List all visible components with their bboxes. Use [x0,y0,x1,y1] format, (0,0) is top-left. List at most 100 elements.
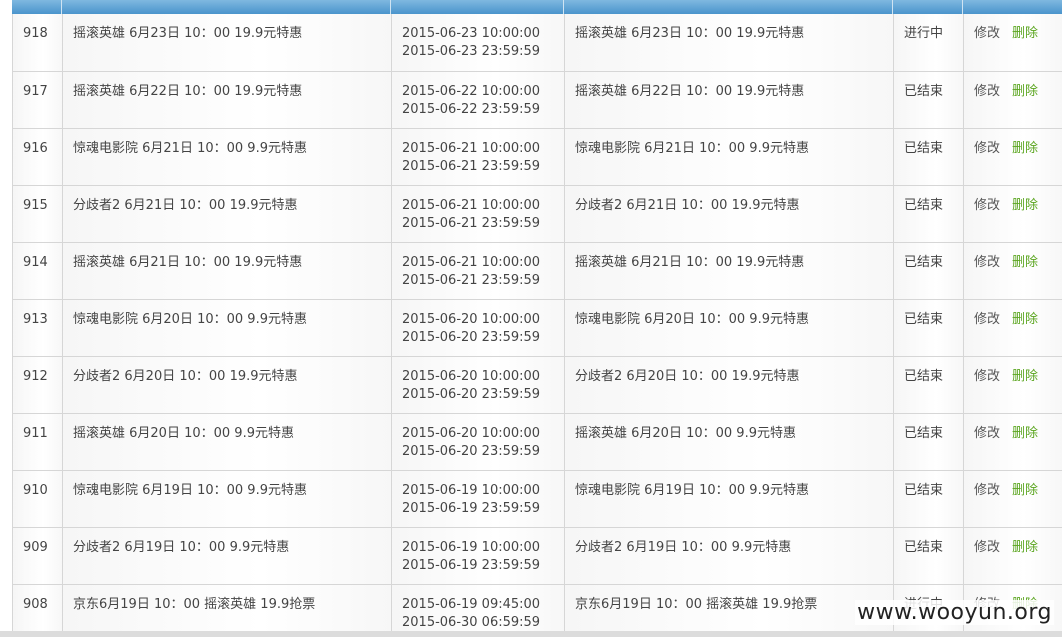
cell-id: 910 [12,470,63,528]
cell-description: 惊魂电影院 6月20日 10：00 9.9元特惠 [564,299,894,357]
cell-status: 已结束 [893,413,964,471]
status-text: 已结束 [904,311,944,327]
edit-link[interactable]: 修改 [974,84,1000,99]
end-time: 2015-06-19 23:59:59 [402,557,541,573]
status-text: 进行中 [904,26,944,41]
activity-id: 915 [23,197,48,213]
activity-id: 916 [23,140,48,156]
cell-time: 2015-06-21 10:00:00 2015-06-21 23:59:59 [391,185,565,243]
cell-actions: 修改删除 [963,128,1062,186]
activity-title: 惊魂电影院 6月19日 10：00 9.9元特惠 [73,482,307,498]
table-row: 914 摇滚英雄 6月21日 10：00 19.9元特惠 2015-06-21 10… [12,242,1062,300]
end-time: 2015-06-20 23:59:59 [402,443,541,459]
edit-link[interactable]: 修改 [974,141,1000,156]
table-row: 918 摇滚英雄 6月23日 10：00 19.9元特惠 2015-06-23 10… [12,14,1062,72]
cell-id: 917 [12,71,63,129]
delete-link[interactable]: 删除 [1012,483,1038,498]
horizontal-scrollbar[interactable] [0,631,1062,637]
cell-status: 已结束 [893,185,964,243]
activity-description: 分歧者2 6月21日 10：00 19.9元特惠 [575,197,800,213]
cell-id: 918 [12,14,63,72]
edit-link[interactable]: 修改 [974,369,1000,384]
edit-link[interactable]: 修改 [974,426,1000,441]
cell-status: 已结束 [893,299,964,357]
activity-description: 惊魂电影院 6月20日 10：00 9.9元特惠 [575,311,809,327]
cell-time: 2015-06-20 10:00:00 2015-06-20 23:59:59 [391,413,565,471]
activity-description: 惊魂电影院 6月19日 10：00 9.9元特惠 [575,482,809,498]
start-time: 2015-06-21 10:00:00 [402,140,541,156]
cell-time: 2015-06-21 10:00:00 2015-06-21 23:59:59 [391,128,565,186]
edit-link[interactable]: 修改 [974,483,1000,498]
cell-title: 惊魂电影院 6月20日 10：00 9.9元特惠 [62,299,392,357]
end-time: 2015-06-20 23:59:59 [402,329,541,345]
cell-status: 已结束 [893,470,964,528]
status-text: 已结束 [904,254,944,270]
table-body: 918 摇滚英雄 6月23日 10：00 19.9元特惠 2015-06-23 10… [12,14,1062,637]
activity-title: 分歧者2 6月19日 10：00 9.9元特惠 [73,539,290,555]
cell-title: 分歧者2 6月21日 10：00 19.9元特惠 [62,185,392,243]
delete-link[interactable]: 删除 [1012,84,1038,99]
activity-id: 911 [23,425,48,441]
cell-description: 摇滚英雄 6月20日 10：00 9.9元特惠 [564,413,894,471]
end-time: 2015-06-23 23:59:59 [402,44,541,59]
table-row: 910 惊魂电影院 6月19日 10：00 9.9元特惠 2015-06-19 10… [12,470,1062,528]
end-time: 2015-06-21 23:59:59 [402,158,541,174]
cell-actions: 修改删除 [963,356,1062,414]
activity-table-panel: 918 摇滚英雄 6月23日 10：00 19.9元特惠 2015-06-23 10… [12,0,1062,637]
delete-link[interactable]: 删除 [1012,540,1038,555]
activity-description: 惊魂电影院 6月21日 10：00 9.9元特惠 [575,140,809,156]
edit-link[interactable]: 修改 [974,255,1000,270]
delete-link[interactable]: 删除 [1012,369,1038,384]
activity-description: 摇滚英雄 6月21日 10：00 19.9元特惠 [575,254,805,270]
activity-description: 分歧者2 6月20日 10：00 19.9元特惠 [575,368,800,384]
status-text: 已结束 [904,83,944,99]
cell-time: 2015-06-20 10:00:00 2015-06-20 23:59:59 [391,299,565,357]
start-time: 2015-06-20 10:00:00 [402,425,541,441]
activity-id: 909 [23,539,48,555]
end-time: 2015-06-22 23:59:59 [402,101,541,117]
activity-title: 惊魂电影院 6月20日 10：00 9.9元特惠 [73,311,307,327]
table-row: 913 惊魂电影院 6月20日 10：00 9.9元特惠 2015-06-20 10… [12,299,1062,357]
activity-id: 912 [23,368,48,384]
edit-link[interactable]: 修改 [974,540,1000,555]
table-row: 912 分歧者2 6月20日 10：00 19.9元特惠 2015-06-20 10… [12,356,1062,414]
status-text: 已结束 [904,539,944,555]
cell-actions: 修改删除 [963,185,1062,243]
delete-link[interactable]: 删除 [1012,26,1038,41]
watermark: www.wooyun.org [855,600,1054,625]
delete-link[interactable]: 删除 [1012,198,1038,213]
activity-description: 摇滚英雄 6月20日 10：00 9.9元特惠 [575,425,796,441]
edit-link[interactable]: 修改 [974,26,1000,41]
cell-title: 分歧者2 6月20日 10：00 19.9元特惠 [62,356,392,414]
activity-title: 分歧者2 6月21日 10：00 19.9元特惠 [73,197,298,213]
cell-id: 914 [12,242,63,300]
delete-link[interactable]: 删除 [1012,255,1038,270]
end-time: 2015-06-21 23:59:59 [402,272,541,288]
delete-link[interactable]: 删除 [1012,312,1038,327]
delete-link[interactable]: 删除 [1012,426,1038,441]
cell-actions: 修改删除 [963,71,1062,129]
header-cell [391,0,564,14]
cell-id: 908 [12,584,63,637]
cell-title: 分歧者2 6月19日 10：00 9.9元特惠 [62,527,392,585]
cell-title: 京东6月19日 10：00 摇滚英雄 19.9抢票 [62,584,392,637]
activity-id: 913 [23,311,48,327]
cell-id: 915 [12,185,63,243]
status-text: 已结束 [904,197,944,213]
start-time: 2015-06-19 09:45:00 [402,596,541,612]
delete-link[interactable]: 删除 [1012,141,1038,156]
edit-link[interactable]: 修改 [974,198,1000,213]
end-time: 2015-06-19 23:59:59 [402,500,541,516]
cell-actions: 修改删除 [963,470,1062,528]
status-text: 已结束 [904,140,944,156]
edit-link[interactable]: 修改 [974,312,1000,327]
status-text: 已结束 [904,368,944,384]
header-cell [963,0,1062,14]
cell-description: 摇滚英雄 6月22日 10：00 19.9元特惠 [564,71,894,129]
status-text: 已结束 [904,425,944,441]
activity-id: 908 [23,596,48,612]
cell-description: 分歧者2 6月20日 10：00 19.9元特惠 [564,356,894,414]
cell-actions: 修改删除 [963,242,1062,300]
end-time: 2015-06-20 23:59:59 [402,386,541,402]
activity-id: 914 [23,254,48,270]
